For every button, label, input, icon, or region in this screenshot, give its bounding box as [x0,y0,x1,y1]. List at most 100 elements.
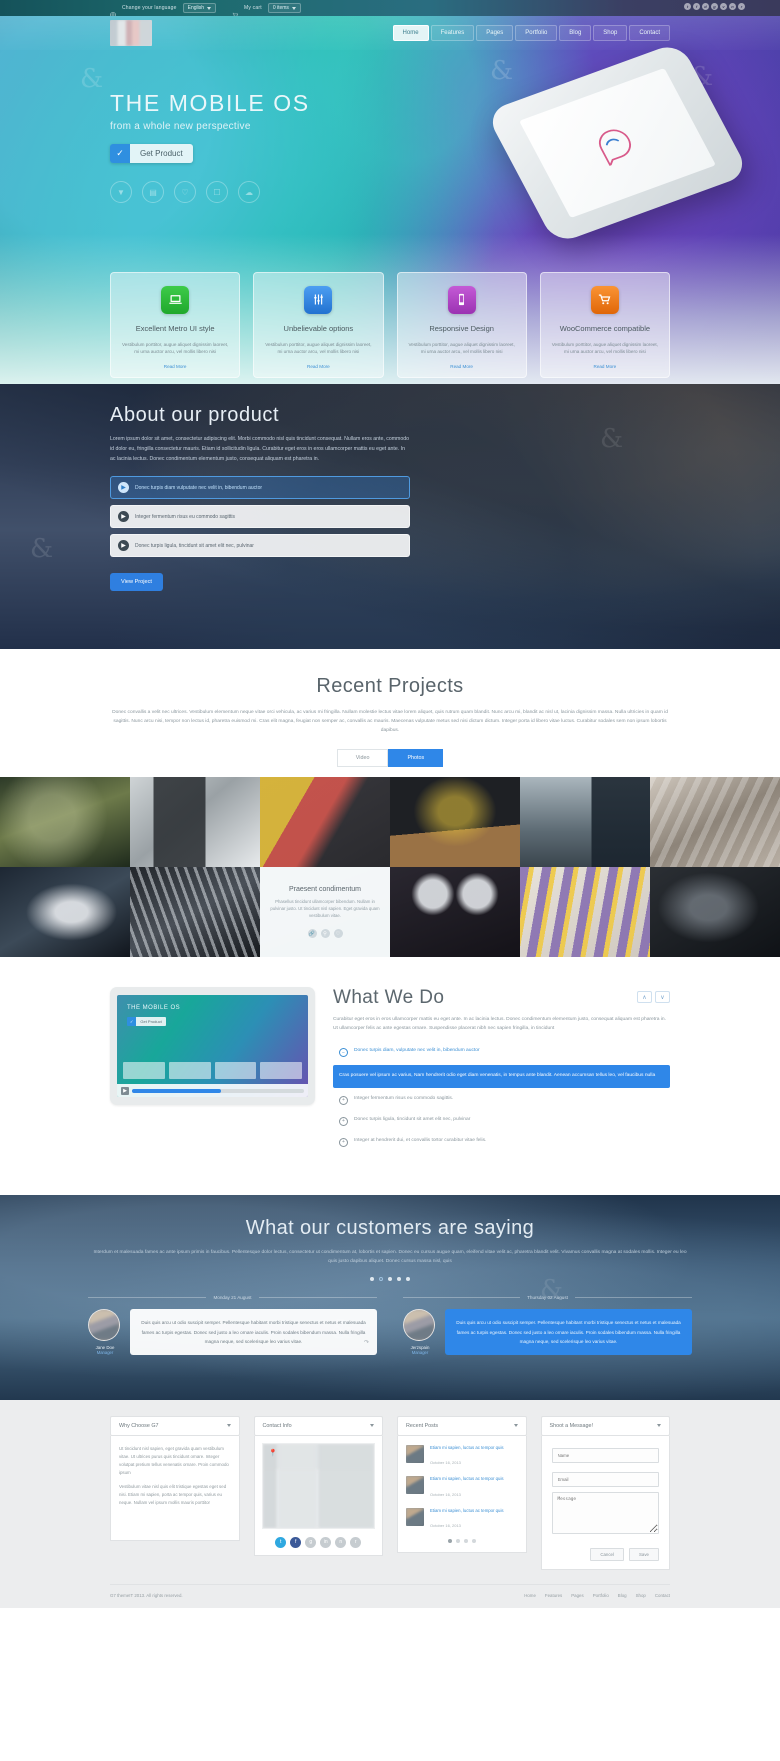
widget-header[interactable]: Shoot a Message! [540,1415,670,1436]
footer-link-home[interactable]: Home [524,1593,536,1598]
tablet-preview[interactable]: THE MOBILE OS ✓ Get Product ▶ [110,987,315,1106]
share-icon[interactable]: ↷ [364,1337,369,1349]
tablet-thumb[interactable] [260,1062,302,1080]
wwd-item-open[interactable]: Cras posuere vel ipsum ac varius, Nam he… [333,1065,670,1088]
nav-item-features[interactable]: Features [430,25,475,41]
feature-card[interactable]: Excellent Metro UI style Vestibulum port… [110,271,241,378]
project-tile-fabric[interactable] [0,867,130,958]
nav-item-contact[interactable]: Contact [629,25,670,41]
google-plus-icon[interactable]: g [305,1536,317,1548]
post-title[interactable]: Etiam mi sapien, luctus ac tempor quis [430,1476,504,1482]
pager-dot-active[interactable] [447,1538,452,1543]
pager-dot[interactable] [455,1538,460,1543]
facebook-icon[interactable]: f [693,3,700,10]
link-icon[interactable]: 🔗 [307,929,317,938]
feature-card[interactable]: WooCommerce compatible Vestibulum portti… [539,271,670,378]
recent-post-item[interactable]: Etiam mi sapien, luctus ac tempor quis O… [406,1507,518,1532]
project-tile-sneakers[interactable] [130,867,260,958]
twitter-icon[interactable]: t [684,3,691,10]
nav-item-pages[interactable]: Pages [476,25,514,41]
camera-icon[interactable]: ☐ [206,181,228,203]
footer-link-contact[interactable]: Contact [655,1593,670,1598]
vimeo-icon[interactable]: v [720,3,727,10]
accordion-item[interactable]: ▶ Donec turpis diam vulputate nec velit … [110,476,410,500]
message-field[interactable] [551,1491,659,1534]
pager-dot-active[interactable] [379,1277,383,1282]
linkedin-icon[interactable]: in [320,1536,332,1548]
flickr-icon[interactable]: n [335,1536,347,1548]
accordion-item[interactable]: ▶ Donec turpis ligula, tincidunt sit ame… [110,534,410,558]
filter-icon[interactable]: ▼ [110,181,132,203]
heart-icon[interactable]: ♡ [174,181,196,203]
email-field[interactable] [551,1471,659,1487]
tablet-get-product-button[interactable]: ✓ Get Product [127,1017,166,1027]
heart-icon[interactable]: ♡ [333,929,343,938]
project-tile-dark-product[interactable] [650,867,780,958]
project-tile-phone-apps[interactable] [260,777,390,868]
chevron-up-icon[interactable]: ∧ [637,991,652,1004]
pager-dot[interactable] [397,1277,401,1282]
project-tile-book[interactable] [0,777,130,868]
project-tile-sheets[interactable] [650,777,780,868]
rss-icon[interactable]: r [350,1536,362,1548]
pager-dot[interactable] [406,1277,410,1282]
play-icon[interactable]: ▶ [121,1086,129,1095]
footer-link-blog[interactable]: Blog [618,1593,627,1598]
wwd-item[interactable]: − Donec turpis diam, vulputate nec velit… [333,1044,670,1061]
recent-post-item[interactable]: Etiam mi sapien, luctus ac tempor quis O… [406,1444,518,1469]
wwd-item[interactable]: + Donec turpis ligula, tincidunt sit ame… [333,1113,670,1130]
contact-map[interactable]: 📍 [261,1442,375,1529]
footer-link-features[interactable]: Features [545,1593,562,1598]
widget-header[interactable]: Contact Info [253,1415,383,1436]
project-tile-caption[interactable]: Praesent condimentum Phasellus tincidunt… [260,867,390,958]
read-more-link[interactable]: Read More [407,364,517,369]
pager-dot[interactable] [388,1277,392,1282]
project-tile-mountain[interactable] [520,777,650,868]
feature-card[interactable]: Unbelievable options Vestibulum porttito… [253,271,384,378]
pager-dot[interactable] [370,1277,374,1282]
project-tile-synth[interactable] [520,867,650,958]
facebook-icon[interactable]: f [290,1536,302,1548]
nav-item-blog[interactable]: Blog [559,25,592,41]
nav-item-home[interactable]: Home [392,25,429,41]
project-tile-tablet[interactable] [130,777,260,868]
tablet-thumb[interactable] [214,1062,257,1080]
cart-items-select[interactable]: 0 items [267,3,301,13]
cloud-icon[interactable]: ☁ [238,181,260,203]
language-select[interactable]: English [182,3,217,13]
name-field[interactable] [551,1447,659,1463]
rss-icon[interactable]: r [738,3,745,10]
accordion-item[interactable]: ▶ Integer fermentum risus eu commodo sag… [110,505,410,529]
footer-link-pages[interactable]: Pages [571,1593,583,1598]
post-title[interactable]: Etiam mi sapien, luctus ac tempor quis [430,1508,504,1514]
widget-header[interactable]: Why Choose G7 [110,1415,240,1436]
tab-video[interactable]: Video [336,749,389,768]
get-product-button[interactable]: ✓ Get Product [110,144,193,163]
site-logo[interactable] [110,20,152,46]
flickr-icon[interactable]: n [729,3,736,10]
nav-item-shop[interactable]: Shop [593,25,628,41]
footer-link-portfolio[interactable]: Portfolio [593,1593,609,1598]
progress-bar[interactable] [132,1088,304,1093]
pager-dot[interactable] [471,1538,476,1543]
wwd-item[interactable]: + Integer fermentum risus eu commodo sag… [333,1092,670,1109]
project-tile-desk[interactable] [390,777,520,868]
wwd-item[interactable]: + Integer at hendrerit dui, et convallis… [333,1134,670,1151]
feature-card[interactable]: Responsive Design Vestibulum porttitor, … [396,271,527,378]
post-title[interactable]: Etiam mi sapien, luctus ac tempor quis [430,1445,504,1451]
search-icon[interactable]: ⚲ [320,929,330,938]
view-project-button[interactable]: View Project [110,573,163,592]
nav-item-portfolio[interactable]: Portfolio [515,25,558,41]
video-icon[interactable]: ▤ [142,181,164,203]
recent-post-item[interactable]: Etiam mi sapien, luctus ac tempor quis O… [406,1476,518,1500]
cancel-button[interactable]: Cancel [590,1547,624,1561]
dribbble-icon[interactable]: d [702,3,709,10]
read-more-link[interactable]: Read More [263,364,373,369]
google-plus-icon[interactable]: g [711,3,718,10]
widget-header[interactable]: Recent Posts [397,1415,527,1436]
pager-dot[interactable] [463,1538,468,1543]
tablet-thumb[interactable] [123,1062,165,1080]
read-more-link[interactable]: Read More [120,364,230,369]
tab-photos[interactable]: Photos [388,749,444,768]
project-tile-reel[interactable] [390,867,520,958]
